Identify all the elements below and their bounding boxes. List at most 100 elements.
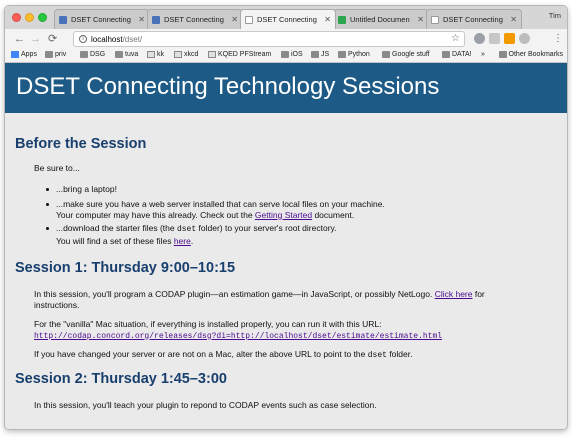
extension-icon[interactable] xyxy=(474,33,485,44)
bookmark-label: Python xyxy=(348,51,370,58)
click-here-link[interactable]: Click here xyxy=(435,289,473,299)
blank-page-icon xyxy=(431,15,439,24)
estimate-url-link[interactable]: http://codap.concord.org/releases/dsg?di… xyxy=(34,332,442,341)
codap-icon xyxy=(338,15,346,24)
tab-title: DSET Connecting xyxy=(71,15,131,24)
folder-icon xyxy=(115,51,123,58)
page-title: DSET Connecting Technology Sessions xyxy=(16,73,440,100)
paragraph-text: In this session, you'll program a CODAP … xyxy=(34,289,435,299)
list-item-download: ...download the starter files (the dset … xyxy=(56,223,337,246)
folder-icon xyxy=(80,51,88,58)
list-item-text: ...make sure you have a web server insta… xyxy=(56,199,385,209)
folder-icon xyxy=(45,51,53,58)
blank-page-icon xyxy=(245,15,253,24)
close-icon[interactable]: ✕ xyxy=(510,15,517,24)
bookmark-data[interactable]: DATA! xyxy=(442,51,472,58)
browser-tab-2[interactable]: DSET Connecting ✕ xyxy=(147,9,243,29)
paragraph-text: instructions. xyxy=(34,299,80,310)
profile-name[interactable]: Tim xyxy=(549,11,561,20)
bookmark-label: tuva xyxy=(125,51,139,58)
folder-icon xyxy=(338,51,346,58)
browser-window: DSET Connecting ✕ DSET Connecting ✕ DSET… xyxy=(4,5,568,430)
site-icon xyxy=(208,51,216,58)
folder-icon xyxy=(311,51,319,58)
tab-strip: DSET Connecting ✕ DSET Connecting ✕ DSET… xyxy=(5,6,567,29)
minimize-window-button[interactable] xyxy=(25,13,34,22)
more-bookmarks-button[interactable]: » xyxy=(481,51,485,58)
bullet-icon xyxy=(46,203,49,206)
bullet-icon xyxy=(46,227,49,230)
paragraph-text: For the "vanilla" Mac situation, if ever… xyxy=(34,319,382,329)
info-icon[interactable]: i xyxy=(79,35,87,43)
extension-icon[interactable] xyxy=(519,33,530,44)
site-icon xyxy=(147,51,155,58)
bookmark-ios[interactable]: iOS xyxy=(281,51,303,58)
address-bar[interactable]: i localhost /dset/ ☆ xyxy=(73,31,465,47)
here-link[interactable]: here xyxy=(174,236,191,246)
bookmark-kqed[interactable]: KQED PFStream xyxy=(208,51,271,58)
bookmark-kk[interactable]: kk xyxy=(147,51,164,58)
more-bookmarks-label: » xyxy=(481,51,485,58)
bookmark-apps[interactable]: Apps xyxy=(11,51,37,58)
bookmark-label: Apps xyxy=(21,51,37,58)
browser-toolbar: ← → ⟳ i localhost /dset/ ☆ ⋮ xyxy=(5,29,567,49)
maximize-window-button[interactable] xyxy=(38,13,47,22)
bookmark-label: DATA! xyxy=(452,51,472,58)
other-bookmarks[interactable]: Other Bookmarks xyxy=(498,51,563,58)
close-icon[interactable]: ✕ xyxy=(324,15,331,24)
extension-icon[interactable] xyxy=(489,33,500,44)
bookmark-js[interactable]: JS xyxy=(311,51,329,58)
bookmark-google-stuff[interactable]: Google stuff xyxy=(382,51,430,58)
bookmark-label: Google stuff xyxy=(392,51,430,58)
bookmark-label: priv xyxy=(55,51,67,58)
browser-tab-5[interactable]: DSET Connecting ✕ xyxy=(426,9,522,29)
bookmark-label: DSG xyxy=(90,51,106,58)
bookmark-label: xkcd xyxy=(184,51,199,58)
browser-tab-1[interactable]: DSET Connecting ✕ xyxy=(54,9,150,29)
list-item-text: folder) to your server's root directory. xyxy=(196,223,337,233)
session1-url-paragraph: For the "vanilla" Mac situation, if ever… xyxy=(34,319,442,342)
close-icon[interactable]: ✕ xyxy=(231,15,238,24)
menu-icon[interactable]: ⋮ xyxy=(553,32,563,45)
close-window-button[interactable] xyxy=(12,13,21,22)
close-icon[interactable]: ✕ xyxy=(417,15,424,24)
site-icon xyxy=(174,51,182,58)
getting-started-link[interactable]: Getting Started xyxy=(255,210,312,220)
folder-icon xyxy=(498,51,507,58)
back-icon[interactable]: ← xyxy=(14,32,25,46)
session1-paragraph: In this session, you'll program a CODAP … xyxy=(34,289,485,310)
list-item-text: . xyxy=(190,235,194,246)
bookmark-tuva[interactable]: tuva xyxy=(115,51,138,58)
list-item-text: ...download the starter files (the xyxy=(56,223,177,233)
bookmarks-bar: Apps priv DSG tuva kk xkcd KQED PFStream xyxy=(5,49,567,63)
tab-title: Untitled Documen xyxy=(350,15,410,24)
bookmark-label: iOS xyxy=(291,51,303,58)
star-icon[interactable]: ☆ xyxy=(451,33,460,44)
session2-paragraph: In this session, you'll teach your plugi… xyxy=(34,400,377,410)
extension-icon[interactable] xyxy=(504,33,515,44)
paragraph-text: for xyxy=(472,289,485,299)
folder-icon xyxy=(281,51,289,58)
section-heading-session1: Session 1: Thursday 9:00–10:15 xyxy=(15,260,236,276)
paragraph-text: If you have changed your server or are n… xyxy=(34,349,368,359)
browser-tab-4[interactable]: Untitled Documen ✕ xyxy=(333,9,429,29)
page-viewport: DSET Connecting Technology Sessions Befo… xyxy=(5,63,567,429)
tab-title: DSET Connecting xyxy=(443,15,503,24)
code-dset: dset xyxy=(176,225,197,234)
forward-icon[interactable]: → xyxy=(30,32,41,46)
section-heading-session2: Session 2: Thursday 1:45–3:00 xyxy=(15,371,227,387)
bookmark-label: Other Bookmarks xyxy=(508,51,563,58)
bookmark-label: JS xyxy=(321,51,330,58)
doc-icon xyxy=(152,15,160,24)
bookmark-label: kk xyxy=(157,51,164,58)
bookmark-xkcd[interactable]: xkcd xyxy=(174,51,198,58)
reload-icon[interactable]: ⟳ xyxy=(48,32,57,46)
tab-title: DSET Connecting xyxy=(164,15,224,24)
url-path: /dset/ xyxy=(122,34,143,44)
bookmark-priv[interactable]: priv xyxy=(45,51,66,58)
bookmark-dsg[interactable]: DSG xyxy=(80,51,105,58)
bookmark-python[interactable]: Python xyxy=(338,51,370,58)
tab-title: DSET Connecting xyxy=(257,15,317,24)
close-icon[interactable]: ✕ xyxy=(138,15,145,24)
browser-tab-3[interactable]: DSET Connecting ✕ xyxy=(240,9,336,29)
